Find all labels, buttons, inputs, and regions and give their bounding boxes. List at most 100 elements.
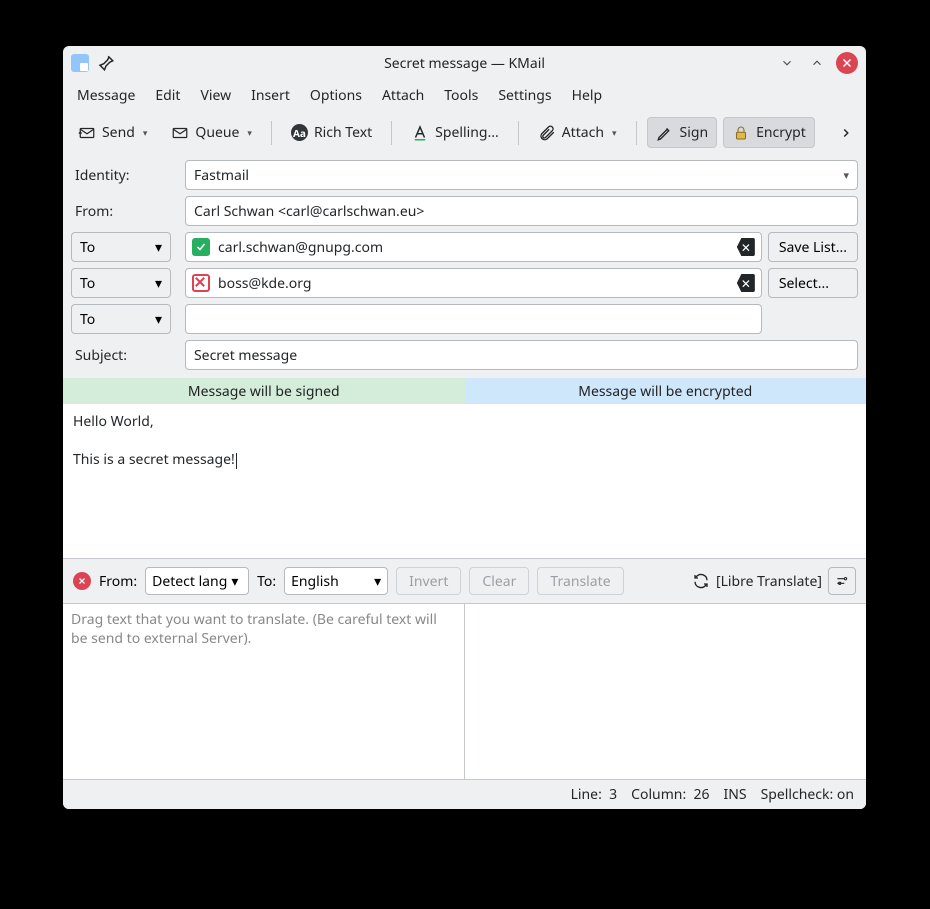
translate-invert-button[interactable]: Invert bbox=[396, 567, 461, 595]
save-list-label: Save List... bbox=[779, 238, 847, 257]
lock-icon bbox=[732, 124, 750, 142]
identity-value: Fastmail bbox=[194, 166, 249, 185]
richtext-button[interactable]: Aa Rich Text bbox=[282, 117, 381, 148]
titlebar: Secret message — KMail bbox=[63, 46, 866, 80]
headers-panel: Identity: Fastmail ▾ From: Carl Schwan <… bbox=[63, 154, 866, 378]
menu-message[interactable]: Message bbox=[67, 80, 145, 113]
from-field[interactable]: Carl Schwan <carl@carlschwan.eu> bbox=[185, 196, 858, 226]
menu-attach[interactable]: Attach bbox=[372, 80, 434, 113]
maximize-button[interactable] bbox=[806, 52, 828, 74]
spelling-label: Spelling... bbox=[435, 123, 499, 142]
menu-help[interactable]: Help bbox=[562, 80, 613, 113]
chevron-down-icon: ▾ bbox=[374, 572, 381, 591]
menu-insert[interactable]: Insert bbox=[241, 80, 300, 113]
key-missing-icon bbox=[192, 274, 210, 292]
attach-button[interactable]: Attach ▾ bbox=[529, 117, 626, 148]
statusbar: Line: 3 Column: 26 INS Spellcheck: on bbox=[63, 779, 866, 809]
queue-button[interactable]: Queue ▾ bbox=[162, 117, 261, 148]
recipient-type-combo[interactable]: To ▾ bbox=[71, 268, 171, 298]
spelling-button[interactable]: Spelling... bbox=[402, 117, 508, 148]
remove-recipient-button[interactable]: ✕ bbox=[737, 238, 755, 256]
subject-field[interactable]: Secret message bbox=[185, 340, 858, 370]
invert-label: Invert bbox=[409, 572, 448, 591]
menu-edit[interactable]: Edit bbox=[145, 80, 190, 113]
translate-clear-button[interactable]: Clear bbox=[469, 567, 529, 595]
translate-from-select[interactable]: Detect lang ▾ bbox=[145, 567, 249, 595]
clear-label: Clear bbox=[482, 572, 516, 591]
encrypt-button[interactable]: Encrypt bbox=[723, 117, 815, 148]
recipient-field-empty[interactable] bbox=[185, 304, 762, 334]
status-column-value: 26 bbox=[693, 785, 709, 804]
chevron-down-icon: ▾ bbox=[155, 238, 162, 257]
paperclip-icon bbox=[538, 124, 556, 142]
encrypt-label: Encrypt bbox=[756, 123, 806, 142]
status-line: Line: 3 bbox=[571, 785, 618, 804]
richtext-label: Rich Text bbox=[314, 123, 372, 142]
window-title: Secret message — KMail bbox=[63, 54, 866, 73]
recipient-address: boss@kde.org bbox=[218, 274, 312, 293]
menu-options[interactable]: Options bbox=[300, 80, 372, 113]
translate-to-label: To: bbox=[257, 572, 276, 591]
recipient-type-value: To bbox=[80, 274, 95, 293]
subject-value: Secret message bbox=[194, 346, 297, 365]
close-button[interactable] bbox=[836, 52, 858, 74]
toolbar-divider bbox=[518, 121, 519, 145]
compose-window: Secret message — KMail Message Edit View… bbox=[63, 46, 866, 809]
menu-settings[interactable]: Settings bbox=[488, 80, 561, 113]
toolbar-divider bbox=[271, 121, 272, 145]
recipient-field[interactable]: carl.schwan@gnupg.com ✕ bbox=[185, 232, 762, 262]
identity-combo[interactable]: Fastmail ▾ bbox=[185, 160, 858, 190]
sign-button[interactable]: Sign bbox=[647, 117, 718, 148]
select-recipients-button[interactable]: Select... bbox=[768, 268, 858, 298]
translate-target-pane[interactable] bbox=[465, 604, 866, 779]
select-label: Select... bbox=[779, 274, 829, 293]
refresh-icon[interactable] bbox=[692, 572, 710, 590]
menu-tools[interactable]: Tools bbox=[434, 80, 488, 113]
chevron-down-icon: ▾ bbox=[155, 310, 162, 329]
recipient-type-value: To bbox=[80, 310, 95, 329]
chevron-down-icon: ▾ bbox=[155, 274, 162, 293]
toolbar-divider bbox=[636, 121, 637, 145]
pin-icon[interactable] bbox=[97, 54, 115, 72]
remove-recipient-button[interactable]: ✕ bbox=[737, 274, 755, 292]
message-body-editor[interactable]: Hello World, This is a secret message! bbox=[63, 404, 866, 559]
queue-label: Queue bbox=[195, 123, 239, 142]
app-icon bbox=[71, 54, 89, 72]
crypto-status-strip: Message will be signed Message will be e… bbox=[63, 378, 866, 404]
recipient-field[interactable]: boss@kde.org ✕ bbox=[185, 268, 762, 298]
translate-to-select[interactable]: English ▾ bbox=[284, 567, 388, 595]
message-body-text: Hello World, This is a secret message! bbox=[73, 412, 235, 469]
save-list-button[interactable]: Save List... bbox=[768, 232, 858, 262]
recipient-type-value: To bbox=[80, 238, 95, 257]
toolbar-overflow-button[interactable] bbox=[832, 121, 860, 145]
richtext-icon: Aa bbox=[291, 124, 308, 141]
spelling-icon bbox=[411, 124, 429, 142]
translate-source-pane[interactable]: Drag text that you want to translate. (B… bbox=[63, 604, 465, 779]
menu-view[interactable]: View bbox=[190, 80, 241, 113]
minimize-button[interactable] bbox=[776, 52, 798, 74]
translate-run-button[interactable]: Translate bbox=[537, 567, 623, 595]
translate-placeholder: Drag text that you want to translate. (B… bbox=[71, 610, 437, 648]
send-icon bbox=[78, 124, 96, 142]
translate-label: Translate bbox=[550, 572, 610, 591]
translate-from-value: Detect lang bbox=[152, 572, 227, 591]
send-button[interactable]: Send ▾ bbox=[69, 117, 156, 148]
from-label: From: bbox=[71, 202, 179, 221]
recipient-type-combo[interactable]: To ▾ bbox=[71, 304, 171, 334]
chevron-down-icon: ▾ bbox=[143, 126, 148, 139]
status-ins[interactable]: INS bbox=[724, 785, 747, 804]
chevron-down-icon: ▾ bbox=[231, 572, 238, 591]
toolbar: Send ▾ Queue ▾ Aa Rich Text Spelling... bbox=[63, 113, 866, 154]
sign-icon bbox=[656, 124, 674, 142]
close-translate-button[interactable] bbox=[73, 572, 91, 590]
status-spellcheck[interactable]: Spellcheck: on bbox=[761, 785, 854, 804]
translate-settings-button[interactable] bbox=[828, 567, 856, 595]
recipient-type-combo[interactable]: To ▾ bbox=[71, 232, 171, 262]
toolbar-divider bbox=[391, 121, 392, 145]
chevron-down-icon: ▾ bbox=[843, 168, 849, 183]
chevron-down-icon: ▾ bbox=[612, 126, 617, 139]
translate-panes: Drag text that you want to translate. (B… bbox=[63, 604, 866, 779]
from-value: Carl Schwan <carl@carlschwan.eu> bbox=[194, 202, 424, 221]
send-label: Send bbox=[102, 123, 135, 142]
translate-engine-label: [Libre Translate] bbox=[716, 572, 822, 591]
